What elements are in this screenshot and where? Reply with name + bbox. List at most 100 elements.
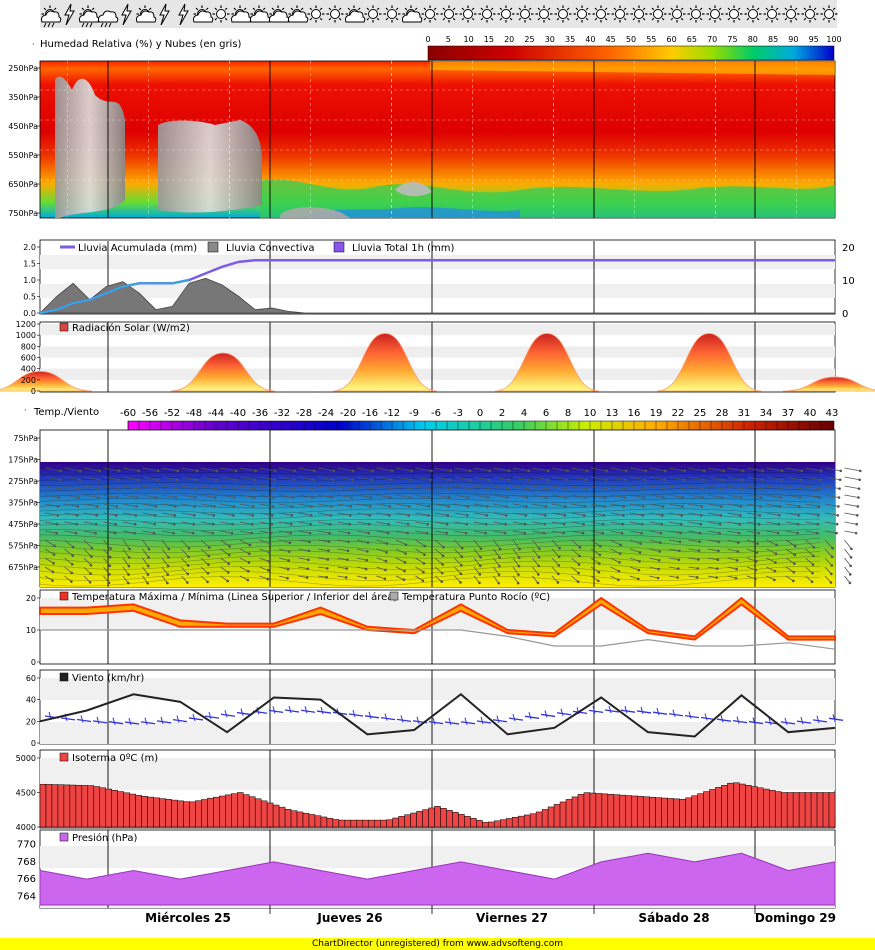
rain-y-tick: 0.5 [23,293,36,302]
rh-scale-tick: 55 [646,35,656,44]
temp-scale-tick: 13 [606,408,619,419]
isotherm-bar [589,792,597,828]
svg-text:Lluvia Total 1h (mm): Lluvia Total 1h (mm) [352,243,454,254]
isotherm-bar [667,798,674,828]
rh-scale-tick: 60 [667,35,677,44]
isotherm-bar [547,806,555,828]
isotherm-bar [565,799,573,828]
isotherm-bar [440,808,447,828]
isotherm-bar [344,819,352,828]
pressure-level-label: 350hPa [8,93,38,102]
isotherm-bar [183,801,190,828]
pressure-level-label: 75hPa [13,434,38,443]
isotherm-bar [798,792,806,828]
isotherm-bar [691,795,698,828]
temp-scale-tick: -32 [274,408,290,419]
isotherm-bar [284,808,292,828]
isotherm-bar [828,792,836,828]
isotherm-bar [374,819,381,828]
temp-scale-tick: 19 [650,408,663,419]
rh-scale-tick: 95 [809,35,819,44]
pressure-y-tick: 766 [17,874,36,885]
isotherm-bar [165,799,172,828]
svg-text:Temperatura Punto Rocío (ºC): Temperatura Punto Rocío (ºC) [401,591,550,603]
isotherm-bar [404,814,411,828]
pressure-y-tick: 768 [17,857,36,868]
isotherm-bar [643,796,650,828]
day-label: Domingo 29 [755,911,836,925]
isotherm-bar [171,799,178,828]
solar-y-tick: 200 [21,376,36,385]
temp-scale-tick: 25 [694,408,707,419]
rain-y-tick: 2.0 [23,243,36,252]
isotherm-bar [39,783,47,828]
isotherm-bar [697,793,704,828]
isotherm-bar [177,800,184,828]
rain-y-tick: 1.5 [23,260,36,269]
temp-scale-tick: -36 [252,408,268,419]
isotherm-bar [721,785,728,828]
rh-scale-tick: 5 [446,35,451,44]
pressure-level-label: 475hPa [8,520,38,529]
isotherm-bar [237,792,244,828]
rain-y-tick: 0.0 [23,309,36,318]
day-label: Viernes 27 [476,911,548,925]
pressure-level-label: 375hPa [8,499,38,508]
isotherm-bar [553,804,561,828]
svg-text:·: · [24,406,27,415]
rh-scale-tick: 50 [626,35,636,44]
isotherm-bar [822,792,830,828]
rain-y-tick: 1.0 [23,276,36,285]
rh-scale-tick: 45 [606,35,616,44]
isotherm-bar [685,797,692,828]
footer-credit: ChartDirector (unregistered) from www.ad… [0,938,875,950]
isotherm-bar [661,797,668,828]
temp-scale-tick: -60 [120,408,136,419]
isotherm-bar [464,816,471,828]
isotherm-bar [446,810,453,828]
temp-y-tick: 0 [31,658,36,667]
isotherm-bar [511,817,519,828]
isotherm-bar [810,792,818,828]
temp-y-tick: 10 [26,626,36,635]
pressure-panel: Presión (hPa) 770 768 766 764 [17,829,836,909]
temp-scale-tick: -52 [164,408,180,419]
rh-scale-tick: 0 [425,35,430,44]
wind-panel: Viento (km/hr) 60 40 20 0 [26,669,844,748]
pressure-level-label: 250hPa [8,64,38,73]
isotherm-bar [517,815,525,828]
temp-scale-tick: 28 [716,408,729,419]
temp-scale-tick: -20 [340,408,356,419]
isotherm-y-tick: 4500 [16,789,36,798]
isotherm-bar [296,811,304,828]
solar-panel: Radiación Solar (W/m2) 1200 1000 800 600 400… [0,320,875,396]
svg-text:Isoterma 0ºC (m): Isoterma 0ºC (m) [72,753,158,764]
meteogram-canvas: · Humedad Relativa (%) y Nubes (en gris)… [0,0,875,925]
isotherm-bar [673,798,680,828]
temp-scale-tick: -48 [186,408,202,419]
isotherm-bar [99,787,107,828]
temp-scale-tick: -24 [318,408,334,419]
pressure-level-label: 650hPa [8,180,38,189]
isotherm-bar [111,790,118,828]
isotherm-bar [792,792,800,828]
isotherm-bar [703,791,710,828]
isotherm-bar [314,815,322,828]
svg-text:·: · [32,40,35,49]
rh-scale-tick: 25 [524,35,534,44]
isotherm-bar [57,784,65,828]
isotherm-y-tick: 5000 [16,754,36,763]
isotherm-bar [147,796,154,828]
solar-y-tick: 600 [21,354,36,363]
isotherm-bar [356,819,364,828]
day-label: Jueves 26 [316,911,382,925]
temp-scale-tick: 22 [672,408,685,419]
isotherm-bar [225,794,232,828]
isotherm-bar [332,819,340,828]
rain-legend: Lluvia Acumulada (mm) Lluvia Convectiva … [60,241,454,254]
isotherm-bar [428,807,435,828]
isotherm-bar [93,786,101,828]
temp-scale-tick: 8 [565,408,571,419]
isotherm-bar [63,784,71,828]
pressure-level-label: 750hPa [8,209,38,218]
